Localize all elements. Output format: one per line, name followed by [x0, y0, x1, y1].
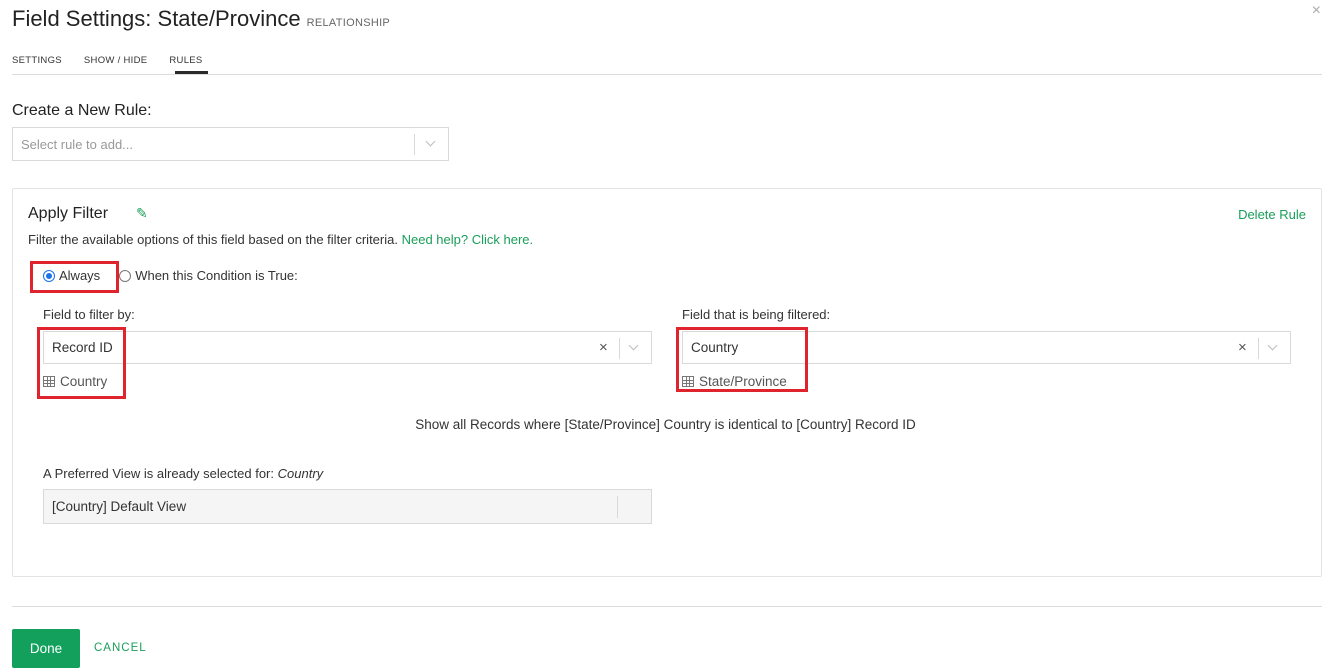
- title-type-badge: RELATIONSHIP: [306, 17, 391, 29]
- help-link[interactable]: Need help? Click here.: [402, 232, 534, 247]
- title-text: Field Settings: State/Province: [12, 6, 301, 31]
- rule-select[interactable]: Select rule to add...: [12, 127, 449, 161]
- chevron-down-icon[interactable]: [425, 136, 436, 147]
- preferred-view-label: A Preferred View is already selected for…: [43, 466, 323, 481]
- rule-title: Apply Filter: [28, 205, 109, 222]
- chevron-down-icon[interactable]: [1267, 340, 1278, 351]
- rule-select-placeholder: Select rule to add...: [21, 137, 134, 152]
- tab-rules[interactable]: RULES: [169, 55, 202, 66]
- done-button[interactable]: Done: [12, 629, 80, 668]
- filter-by-label: Field to filter by:: [43, 307, 135, 322]
- tab-bar: SETTINGS SHOW / HIDE RULES: [12, 55, 225, 66]
- close-icon[interactable]: ×: [1312, 2, 1321, 20]
- delete-rule-link[interactable]: Delete Rule: [1238, 207, 1306, 222]
- radio-condition[interactable]: [119, 269, 132, 282]
- rule-description-text: Filter the available options of this fie…: [28, 232, 398, 247]
- highlight-box-being-filtered: [676, 327, 808, 392]
- divider: [12, 606, 1322, 607]
- clear-icon[interactable]: ×: [599, 339, 608, 356]
- clear-icon[interactable]: ×: [1238, 339, 1247, 356]
- highlight-box-filter-by: [37, 327, 126, 399]
- page-title: Field Settings: State/Province RELATIONSH…: [12, 6, 390, 32]
- highlight-box-always: [30, 261, 119, 293]
- select-separator: [414, 134, 415, 155]
- rule-description: Filter the available options of this fie…: [28, 232, 533, 247]
- chevron-down-icon[interactable]: [628, 340, 639, 351]
- pencil-icon[interactable]: ✎: [136, 205, 148, 222]
- being-filtered-label: Field that is being filtered:: [682, 307, 831, 322]
- preferred-view-select: [Country] Default View: [43, 489, 652, 524]
- preferred-view-table: Country: [277, 466, 324, 481]
- filter-by-select[interactable]: Record ID ×: [43, 331, 652, 364]
- preferred-view-label-text: A Preferred View is already selected for…: [43, 466, 274, 481]
- divider: [12, 74, 1322, 75]
- filter-summary: Show all Records where [State/Province] …: [415, 417, 916, 432]
- select-separator: [1258, 338, 1259, 359]
- cancel-button[interactable]: CANCEL: [94, 642, 147, 654]
- tab-show-hide[interactable]: SHOW / HIDE: [84, 55, 147, 66]
- radio-condition-label[interactable]: When this Condition is True:: [135, 268, 298, 283]
- tab-settings[interactable]: SETTINGS: [12, 55, 62, 66]
- preferred-view-value: [Country] Default View: [52, 499, 187, 514]
- select-separator: [617, 496, 618, 518]
- create-rule-heading: Create a New Rule:: [12, 102, 152, 119]
- select-separator: [619, 338, 620, 359]
